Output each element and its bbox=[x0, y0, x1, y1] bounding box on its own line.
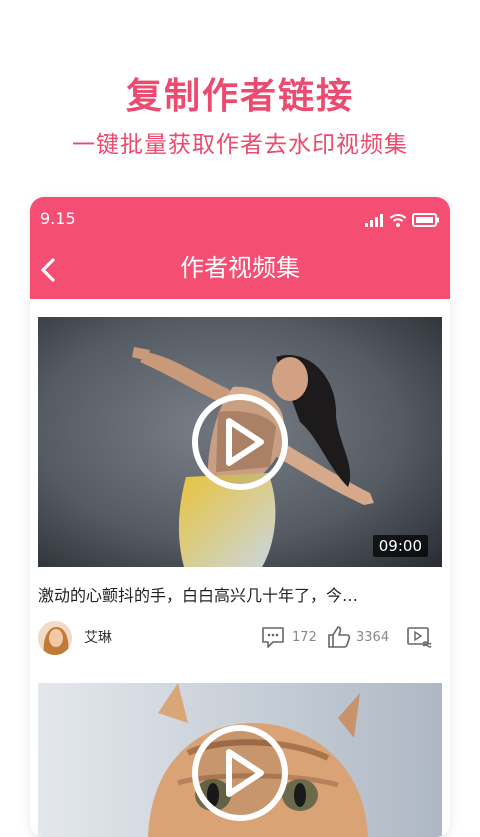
comment-icon[interactable] bbox=[260, 624, 286, 650]
wifi-icon bbox=[389, 213, 407, 227]
signal-icon bbox=[364, 213, 383, 227]
phone-screen: 9.15 作者视频集 09:00 激动的心颤抖的手，白白高兴几十年了，今… 艾琳… bbox=[30, 197, 450, 837]
video-thumbnail[interactable]: 09:00 bbox=[38, 317, 442, 567]
status-time: 9.15 bbox=[40, 209, 76, 228]
comment-count: 172 bbox=[292, 630, 317, 645]
avatar[interactable] bbox=[38, 621, 72, 655]
play-icon[interactable] bbox=[191, 393, 289, 491]
promo-title: 复制作者链接 bbox=[125, 76, 354, 117]
page-title: 作者视频集 bbox=[180, 254, 300, 282]
avatar-image bbox=[38, 621, 72, 655]
author-name[interactable]: 艾琳 bbox=[84, 629, 112, 647]
app-header: 9.15 作者视频集 bbox=[30, 197, 450, 299]
like-icon[interactable] bbox=[326, 624, 352, 650]
video-meta-row: 艾琳 172 3364 bbox=[38, 621, 442, 657]
battery-icon bbox=[412, 212, 439, 227]
video-collection-icon[interactable] bbox=[406, 624, 432, 650]
status-icons bbox=[364, 209, 440, 227]
like-count: 3364 bbox=[356, 630, 390, 645]
play-icon[interactable] bbox=[191, 724, 289, 822]
video-duration: 09:00 bbox=[372, 535, 428, 557]
video-thumbnail[interactable] bbox=[38, 683, 442, 837]
video-caption[interactable]: 激动的心颤抖的手，白白高兴几十年了，今… bbox=[38, 585, 442, 607]
promo-subtitle: 一键批量获取作者去水印视频集 bbox=[72, 132, 408, 158]
